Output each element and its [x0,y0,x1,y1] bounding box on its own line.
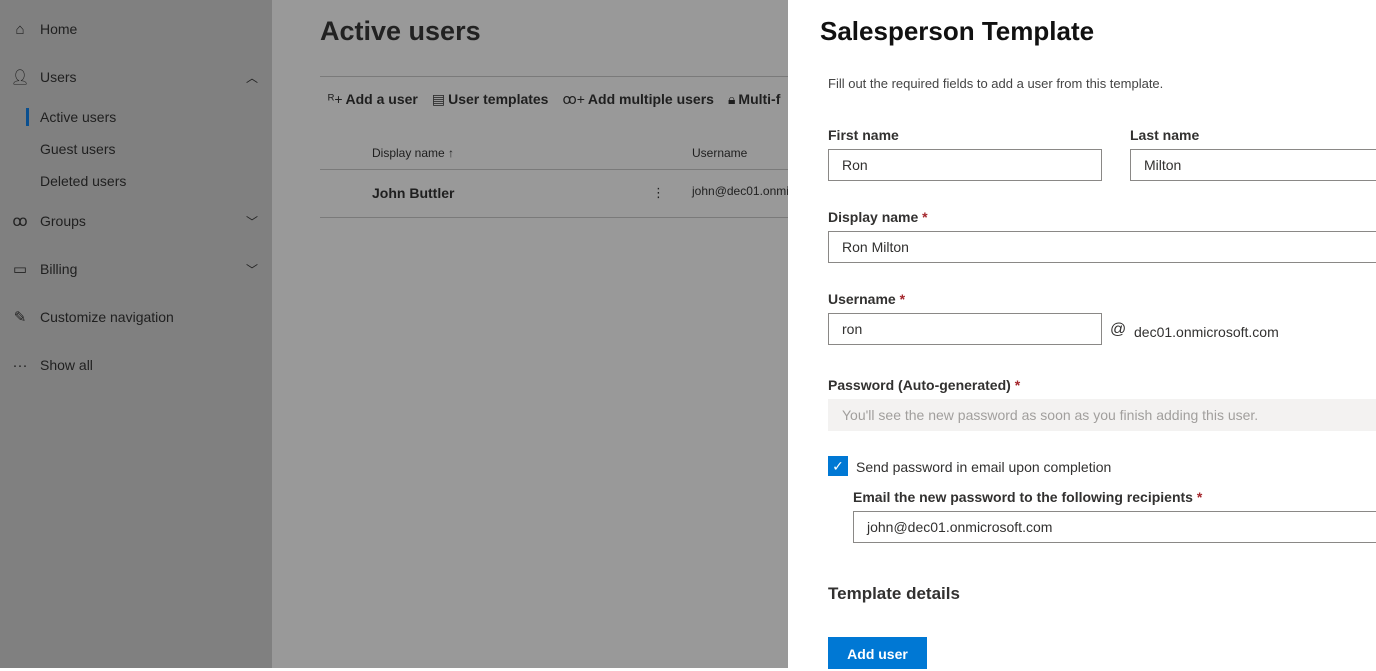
password-field: You'll see the new password as soon as y… [828,399,1376,431]
recipients-label: Email the new password to the following … [853,489,1203,505]
last-name-input[interactable]: Milton [1130,149,1376,181]
pencil-icon: ✎ [13,309,27,326]
user-icon: 👤︎ [10,69,30,86]
panel-title: Salesperson Template [820,16,1095,46]
first-name-label: First name [828,127,899,143]
add-multiple-users-button[interactable]: ꝏ+ Add multiple users [562,91,713,108]
nav-billing[interactable]: ▭ Billing ﹀ [0,259,272,279]
nav-customize[interactable]: ✎ Customize navigation [0,307,272,327]
add-multiple-icon: ꝏ+ [562,91,585,107]
billing-icon: ▭ [12,261,28,278]
nav-deleted-users[interactable]: Deleted users [40,173,126,189]
send-password-checkbox[interactable]: ✓ [828,456,848,476]
nav-show-all[interactable]: ··· Show all [0,355,272,375]
chevron-down-icon: ﹀ [245,214,258,229]
display-name-input[interactable]: Ron Milton [828,231,1376,263]
password-label: Password (Auto-generated) * [828,377,1021,393]
template-details-heading: Template details [828,584,960,603]
panel-intro: Fill out the required fields to add a us… [828,76,1164,91]
first-name-input[interactable]: Ron [828,149,1102,181]
add-user-button[interactable]: ᴿ+ Add a user [328,91,418,108]
domain-select[interactable]: dec01.onmicrosoft.com [1134,324,1279,340]
template-panel: Salesperson Template Fill out the requir… [788,0,1376,669]
column-display-name[interactable]: Display name ↑ [372,146,454,160]
sidebar: ⌂ Home 👤︎ Users ︿ Active users Guest users … [0,0,272,668]
user-templates-button[interactable]: ▤ User templates [432,91,549,108]
template-icon: ▤ [431,91,446,107]
chevron-up-icon: ︿ [245,70,258,85]
send-password-label[interactable]: Send password in email upon completion [856,459,1111,475]
display-name-label: Display name * [828,209,928,225]
lock-icon: 🔒︎ [727,91,736,107]
column-username[interactable]: Username [692,146,747,160]
divider [320,76,788,77]
main-content: Active users ᴿ+ Add a user ▤ User template… [272,0,789,668]
username-label: Username * [828,291,906,307]
at-sign: @ [1110,321,1127,338]
username-input[interactable]: ron [828,313,1102,345]
nav-home[interactable]: ⌂ Home [0,19,272,39]
nav-guest-users[interactable]: Guest users [40,141,115,157]
last-name-label: Last name [1130,127,1200,143]
chevron-down-icon: ﹀ [245,262,258,277]
mfa-button[interactable]: 🔒︎ Multi-f [728,91,780,108]
nav-active-users[interactable]: Active users [25,108,116,126]
groups-icon: ꝏ [12,213,28,230]
recipients-input[interactable]: john@dec01.onmicrosoft.com [853,511,1376,543]
toolbar: ᴿ+ Add a user ▤ User templates ꝏ+ Add multi… [328,91,780,108]
nav-users[interactable]: 👤︎ Users ︿ [0,67,272,87]
ellipsis-icon: ··· [12,356,28,374]
divider [320,169,788,170]
home-icon: ⌂ [15,20,25,38]
add-user-submit-button[interactable]: Add user [828,637,927,669]
add-user-icon: ᴿ+ [328,91,343,107]
more-options-icon[interactable]: ⋮ [652,185,665,201]
row-username: john@dec01.onmi [692,184,789,198]
row-display-name[interactable]: John Buttler [372,185,454,201]
nav-groups[interactable]: ꝏ Groups ﹀ [0,211,272,231]
divider [320,217,788,218]
page-title: Active users [320,16,481,46]
